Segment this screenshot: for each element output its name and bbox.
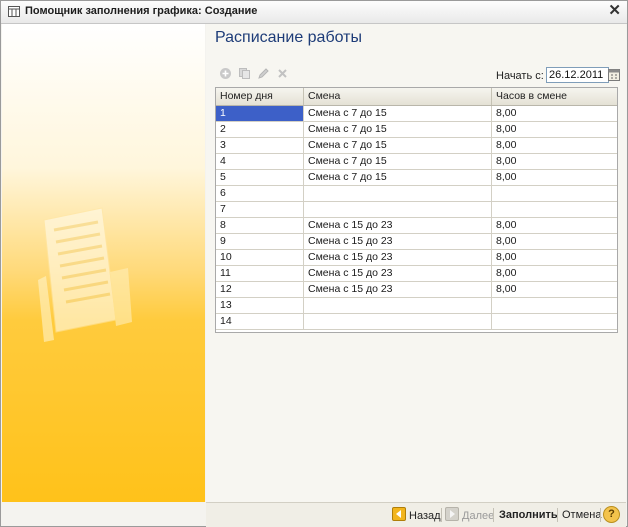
cell-day[interactable]: 12 xyxy=(216,282,304,297)
cell-shift[interactable] xyxy=(304,314,492,329)
cell-day[interactable]: 1 xyxy=(216,106,304,121)
table-row[interactable]: 14 xyxy=(216,314,617,330)
cell-shift[interactable]: Смена с 7 до 15 xyxy=(304,122,492,137)
cell-shift[interactable]: Смена с 15 до 23 xyxy=(304,250,492,265)
cell-shift[interactable]: Смена с 7 до 15 xyxy=(304,170,492,185)
cell-shift[interactable]: Смена с 15 до 23 xyxy=(304,266,492,281)
cell-hours[interactable]: 8,00 xyxy=(492,138,617,153)
cell-shift[interactable]: Смена с 15 до 23 xyxy=(304,218,492,233)
wizard-window: Помощник заполнения графика: Создание ✕ … xyxy=(0,0,628,527)
cell-shift[interactable]: Смена с 15 до 23 xyxy=(304,234,492,249)
table-row[interactable]: 11 Смена с 15 до 23 8,00 xyxy=(216,266,617,282)
next-arrow-icon xyxy=(445,507,459,521)
start-date-field[interactable] xyxy=(546,67,609,83)
table-row[interactable]: 7 xyxy=(216,202,617,218)
cell-shift[interactable] xyxy=(304,298,492,313)
cell-hours[interactable] xyxy=(492,202,617,217)
cell-day[interactable]: 2 xyxy=(216,122,304,137)
cell-day[interactable]: 6 xyxy=(216,186,304,201)
cell-shift[interactable]: Смена с 15 до 23 xyxy=(304,282,492,297)
back-arrow-icon xyxy=(392,507,406,521)
table-row[interactable]: 12 Смена с 15 до 23 8,00 xyxy=(216,282,617,298)
footer-divider xyxy=(441,508,442,522)
delete-icon[interactable] xyxy=(275,66,289,80)
cell-hours[interactable]: 8,00 xyxy=(492,282,617,297)
cell-hours[interactable]: 8,00 xyxy=(492,266,617,281)
table-row[interactable]: 6 xyxy=(216,186,617,202)
schedule-table: Номер дня Смена Часов в смене 1 Смена с 7… xyxy=(215,87,618,333)
table-row[interactable]: 1 Смена с 7 до 15 8,00 xyxy=(216,106,617,122)
close-button[interactable]: ✕ xyxy=(608,3,621,19)
cell-hours[interactable]: 8,00 xyxy=(492,170,617,185)
next-button[interactable]: Далее xyxy=(445,507,494,523)
calendar-illustration xyxy=(38,207,132,342)
cell-hours[interactable] xyxy=(492,186,617,201)
table-row[interactable]: 3 Смена с 7 до 15 8,00 xyxy=(216,138,617,154)
cell-day[interactable]: 10 xyxy=(216,250,304,265)
footer-divider xyxy=(493,508,494,522)
cell-hours[interactable]: 8,00 xyxy=(492,234,617,249)
cell-hours[interactable] xyxy=(492,298,617,313)
cell-shift[interactable]: Смена с 7 до 15 xyxy=(304,154,492,169)
help-icon[interactable]: ? xyxy=(603,506,620,523)
sidebar-banner xyxy=(2,24,205,502)
cancel-button[interactable]: Отмена xyxy=(562,507,601,523)
table-row[interactable]: 2 Смена с 7 до 15 8,00 xyxy=(216,122,617,138)
edit-icon[interactable] xyxy=(256,66,270,80)
copy-icon[interactable] xyxy=(237,66,251,80)
cell-day[interactable]: 5 xyxy=(216,170,304,185)
cell-shift[interactable]: Смена с 7 до 15 xyxy=(304,106,492,121)
footer-divider xyxy=(600,508,601,522)
column-header-shift[interactable]: Смена xyxy=(304,88,492,105)
cell-hours[interactable] xyxy=(492,314,617,329)
title-bar: Помощник заполнения графика: Создание ✕ xyxy=(1,1,627,24)
table-row[interactable]: 4 Смена с 7 до 15 8,00 xyxy=(216,154,617,170)
cell-hours[interactable]: 8,00 xyxy=(492,106,617,121)
column-header-day[interactable]: Номер дня xyxy=(216,88,304,105)
add-icon[interactable] xyxy=(218,66,232,80)
cell-day[interactable]: 14 xyxy=(216,314,304,329)
cell-shift[interactable]: Смена с 7 до 15 xyxy=(304,138,492,153)
start-date-label: Начать с: xyxy=(496,70,544,82)
table-row[interactable]: 8 Смена с 15 до 23 8,00 xyxy=(216,218,617,234)
cell-day[interactable]: 4 xyxy=(216,154,304,169)
app-icon xyxy=(8,6,20,17)
page-title: Расписание работы xyxy=(215,29,362,46)
cell-hours[interactable]: 8,00 xyxy=(492,218,617,233)
table-row[interactable]: 9 Смена с 15 до 23 8,00 xyxy=(216,234,617,250)
back-button[interactable]: Назад xyxy=(392,507,441,523)
cell-hours[interactable]: 8,00 xyxy=(492,122,617,137)
main-panel: Расписание работы Начать с: Номер дня См… xyxy=(206,24,626,502)
cell-shift[interactable] xyxy=(304,186,492,201)
cell-day[interactable]: 3 xyxy=(216,138,304,153)
cell-day[interactable]: 9 xyxy=(216,234,304,249)
window-title: Помощник заполнения графика: Создание xyxy=(25,5,258,17)
next-button-label: Далее xyxy=(462,510,495,522)
cell-day[interactable]: 11 xyxy=(216,266,304,281)
fill-button[interactable]: Заполнить xyxy=(499,507,558,523)
table-row[interactable]: 10 Смена с 15 до 23 8,00 xyxy=(216,250,617,266)
table-header: Номер дня Смена Часов в смене xyxy=(216,88,617,106)
cell-hours[interactable]: 8,00 xyxy=(492,154,617,169)
table-row[interactable]: 13 xyxy=(216,298,617,314)
cell-hours[interactable]: 8,00 xyxy=(492,250,617,265)
wizard-footer: Назад Далее Заполнить Отмена ? xyxy=(206,502,626,527)
cell-day[interactable]: 7 xyxy=(216,202,304,217)
cell-shift[interactable] xyxy=(304,202,492,217)
cell-day[interactable]: 13 xyxy=(216,298,304,313)
back-button-label: Назад xyxy=(409,510,441,522)
column-header-hours[interactable]: Часов в смене xyxy=(492,88,617,105)
table-row[interactable]: 5 Смена с 7 до 15 8,00 xyxy=(216,170,617,186)
cell-day[interactable]: 8 xyxy=(216,218,304,233)
footer-divider xyxy=(557,508,558,522)
calendar-icon[interactable] xyxy=(608,68,620,81)
